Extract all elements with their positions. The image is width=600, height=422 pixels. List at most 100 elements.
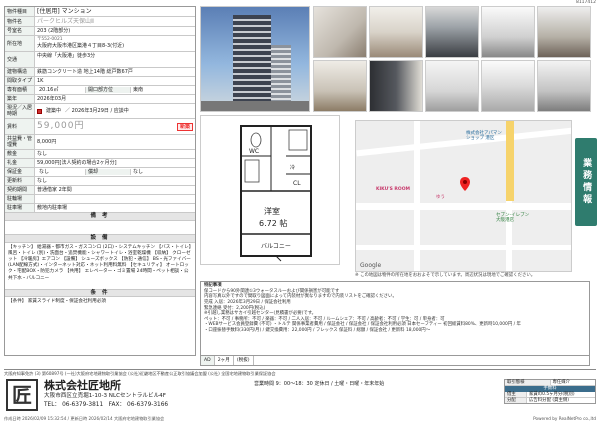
keymoney-value: 59,000円[法人契約の場合2ヶ月分] — [37, 160, 117, 167]
ad-note: (税抜) — [234, 356, 254, 365]
floor-plan-drawing: WC 冷 CL 洋室 6.72 帖 バルコニー — [240, 125, 312, 262]
map-pin-icon — [460, 177, 470, 191]
sheet-id: 8117412 — [575, 0, 596, 5]
ad-label: AD — [201, 356, 215, 365]
deposit-value: なし — [37, 151, 48, 158]
map-station: ゆう — [436, 195, 445, 200]
traffic-label: 交通 — [5, 52, 35, 68]
direction-value: 東南 — [133, 87, 144, 94]
thumb-bath[interactable] — [425, 6, 479, 58]
thumb-toilet[interactable] — [425, 60, 479, 112]
row-name: 物件名 パークヒルズ天保山Ⅱ — [5, 17, 195, 28]
shokyaku-label: 償却 — [85, 169, 131, 176]
thumb-entrance[interactable] — [537, 6, 591, 58]
row-rent: 賃料 59,000円 新築 — [5, 119, 195, 136]
map-road-2 — [356, 203, 571, 210]
svg-text:洋室: 洋室 — [264, 206, 280, 216]
map-company: 株式会社アパマン ショップ 港区 — [466, 131, 502, 142]
type-value: [住居用] マンション — [37, 8, 92, 15]
map-road-1 — [356, 127, 571, 157]
fax-number: FAX： 06-6379-3166 — [108, 402, 169, 408]
shokyaku-value: なし — [133, 169, 144, 176]
row-bicycle: 駐輪場 — [5, 195, 195, 205]
row-structure: 建物構造 鉄筋コンクリート造 地上14階 総戸数67戸 — [5, 68, 195, 78]
fee-mode-value: 専任媒介 — [552, 380, 571, 385]
fee-r2-label: 分配 — [505, 397, 527, 404]
business-info-band: 業務情報 — [575, 138, 597, 226]
structure-value: 鉄筋コンクリート造 地上14階 総戸数67戸 — [37, 69, 133, 76]
svg-text:冷: 冷 — [290, 164, 295, 171]
fee-r1-value: 家賃の0.5ヶ月分(税別) — [529, 391, 575, 397]
room-value: 203 (2階部分) — [37, 28, 71, 35]
thumb-washroom[interactable] — [481, 60, 535, 112]
company-tel: TEL： 06-6379-3811 FAX： 06-6379-3166 — [44, 402, 168, 409]
type-label: 物件種目 — [5, 7, 35, 17]
map-google-logo: Google — [360, 261, 382, 269]
row-layout: 間取タイプ 1K — [5, 77, 195, 87]
move-label: 現況／入居時期 — [5, 104, 35, 119]
ad-value: 2ヶ月 — [215, 356, 234, 365]
map-seven: セブン-イレブン 大阪港店 — [496, 213, 530, 224]
bicycle-label: 駐輪場 — [5, 195, 35, 204]
contract-value: 普通借家 2年間 — [37, 187, 72, 194]
hoshokin-value: なし — [39, 169, 50, 176]
footer-right: Powered by RealNetPro co.,ltd — [533, 416, 596, 421]
conditions-header: 条 件 — [5, 289, 195, 298]
rent-label: 賃料 — [5, 119, 35, 135]
svg-text:CL: CL — [293, 180, 301, 187]
footer: 作成日時 2026/02/09 15:32:54 / 更新日時 2026/02/… — [4, 416, 596, 421]
deposit-label: 敷金 — [5, 150, 35, 159]
remarks-box: 特記事項 保コードから90外関連①3ウォータスル一および関係損害が可能です 内容写真… — [200, 281, 590, 356]
ad-bar: AD 2ヶ月 (税抜) — [200, 356, 590, 366]
thumb-kitchen[interactable] — [481, 6, 535, 58]
row-contract: 契約期間 普通借家 2年間 — [5, 186, 195, 196]
company-address: 大阪市西区立売堀1-10-3 NLCセントラルビル4F — [44, 393, 166, 399]
mgmt-label: 共益費・管理費 — [5, 135, 35, 150]
license-line: 大阪府知事免許 (3) 第60897号 (一社)大阪府宅地建物取引業協会 (公社… — [4, 369, 596, 376]
row-deposit: 敷金 なし — [5, 150, 195, 160]
parking-value: 敷地内駐車場 — [37, 205, 68, 212]
layout-label: 間取タイプ — [5, 77, 35, 86]
row-type: 物件種目 [住居用] マンション — [5, 7, 195, 18]
notes-header: 備 考 — [5, 213, 195, 221]
renew-value: なし — [37, 178, 48, 185]
built-value: 2026年03月 — [37, 96, 67, 103]
row-traffic: 交通 中央線「大阪港」徒歩3分 — [5, 52, 195, 69]
keymoney-label: 礼金 — [5, 159, 35, 168]
svg-text:バルコニー: バルコニー — [261, 243, 291, 250]
row-move: 現況／入居時期 建築中／ 2026年3月29日 / 应談中 — [5, 104, 195, 120]
remarks-line: ・口座振替手数料(330円/月) / 鍵交換費用：22,000円 / フレックス… — [204, 328, 431, 333]
move-status: 建築中 — [46, 108, 62, 115]
row-room: 号室名 203 (2階部分) — [5, 27, 195, 37]
direction-label: 開口部方位 — [85, 87, 131, 94]
row-keymoney: 礼金 59,000円[法人契約の場合2ヶ月分] — [5, 159, 195, 169]
location-map[interactable]: 株式会社アパマン ショップ 港区 KIKU'S ROOM ゆう セブン-イレブン大… — [355, 120, 572, 272]
row-area: 専有面積 20.16㎡ 開口部方位 東南 — [5, 86, 195, 96]
row-address: 所在地 〒552-0021 大阪府大阪市港区築港４丁目8-3(付近) — [5, 36, 195, 53]
fee-table: 取引態様 専任媒介 手数料 借主 家賃の0.5ヶ月分(税別) 分配 広告料分配 (貸主… — [504, 379, 596, 405]
building-photo — [200, 6, 310, 112]
parking-label: 駐車場 — [5, 204, 35, 213]
notes-body — [5, 221, 195, 235]
traffic-value: 中央線「大阪港」徒歩3分 — [37, 53, 96, 60]
map-shop: KIKU'S ROOM — [376, 187, 411, 192]
row-renew: 更新料 なし — [5, 177, 195, 187]
thumb-room-3[interactable] — [313, 60, 367, 112]
property-info-table: 物件種目 [住居用] マンション 物件名 パークヒルズ天保山Ⅱ 号室名 203 (2階… — [4, 6, 196, 357]
svg-text:WC: WC — [249, 148, 259, 155]
name-value: パークヒルズ天保山Ⅱ — [37, 18, 94, 26]
renew-label: 更新料 — [5, 177, 35, 186]
footer-left: 作成日時 2026/02/09 15:32:54 / 更新日時 2026/02/… — [4, 416, 165, 421]
thumb-closet[interactable] — [369, 60, 423, 112]
map-road-5 — [356, 245, 571, 250]
hoshokin-label: 保証金 — [5, 168, 35, 177]
thumb-room-1[interactable] — [313, 6, 367, 58]
new-badge: 新築 — [176, 122, 193, 131]
thumb-room-2[interactable] — [369, 6, 423, 58]
checkbox-icon — [37, 108, 42, 114]
address-value: 大阪府大阪市港区築港４丁目8-3(付近) — [37, 42, 125, 49]
thumb-storage[interactable] — [537, 60, 591, 112]
flyer-sheet: 8117412 物件種目 [住居用] マンション 物件名 パークヒルズ天保山Ⅱ 号室… — [0, 0, 600, 422]
area-value: 20.16㎡ — [39, 87, 59, 94]
company-logo: 匠 — [6, 379, 38, 411]
